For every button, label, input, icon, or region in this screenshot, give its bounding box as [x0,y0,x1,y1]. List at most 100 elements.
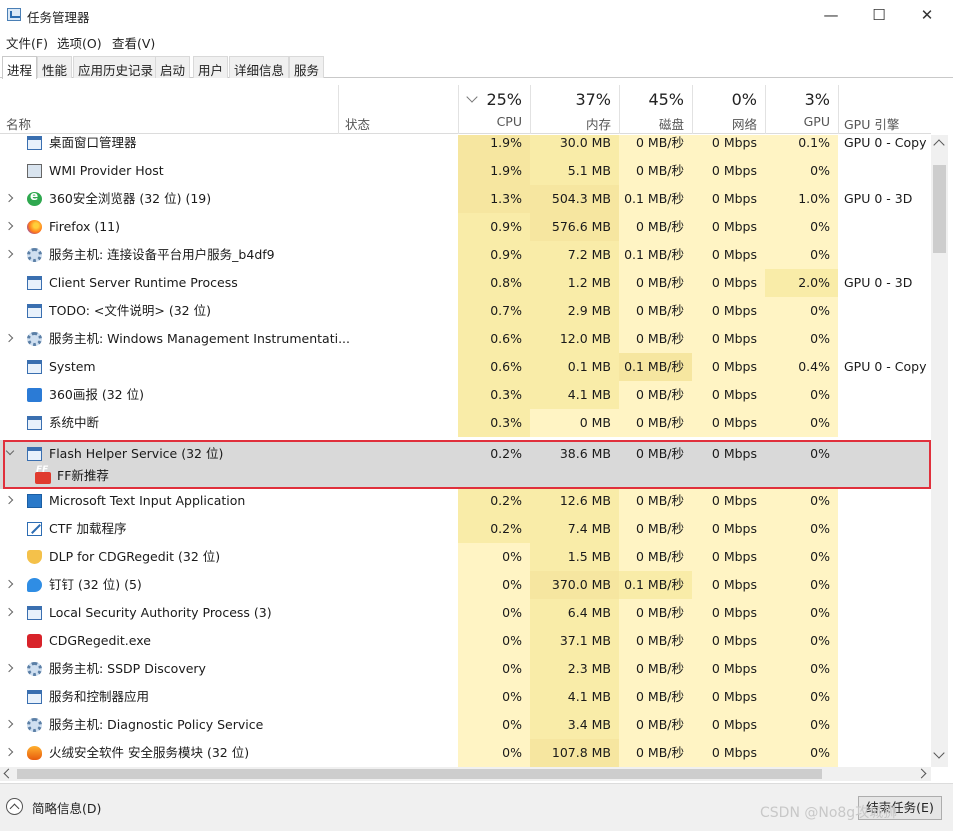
shield-icon [27,550,42,564]
table-row[interactable]: System 0.6% 0.1 MB 0.1 MB/秒 0 Mbps 0.4% GPU 0 … [0,353,931,381]
blue-app-icon [27,388,42,402]
tab-services[interactable]: 服务 [289,56,325,78]
table-row[interactable]: 服务和控制器应用 0% 4.1 MB 0 MB/秒 0 Mbps 0% [0,683,931,711]
tab-startup[interactable]: 启动 [155,56,191,78]
cpu-value: 0.3% [458,409,530,437]
column-name[interactable]: 名称 [0,85,338,134]
column-status-label: 状态 [345,117,371,132]
cpu-value: 0.9% [458,241,530,269]
chevron-right-icon[interactable] [4,333,14,343]
memory-value: 576.6 MB [530,213,619,241]
minimize-button[interactable]: — [808,0,854,30]
vertical-scrollbar[interactable] [931,135,948,767]
vertical-scroll-thumb[interactable] [933,165,946,253]
chevron-right-icon[interactable] [4,221,14,231]
disk-value: 0 MB/秒 [619,627,692,655]
table-row[interactable]: 服务主机: 连接设备平台用户服务_b4df9 0.9% 7.2 MB 0.1 MB/秒… [0,241,931,269]
gpu-value: 0% [765,409,838,437]
memory-value: 6.4 MB [530,599,619,627]
network-value: 0 Mbps [692,599,765,627]
gpu-value: 0% [765,381,838,409]
chevron-right-icon[interactable] [4,579,14,589]
process-name: 服务主机: SSDP Discovery [49,661,206,676]
table-row[interactable]: 桌面窗口管理器 1.9% 30.0 MB 0 MB/秒 0 Mbps 0.1% GPU 0 … [0,135,931,157]
collapse-icon[interactable] [6,798,23,815]
disk-value: 0.1 MB/秒 [619,571,692,599]
column-network[interactable]: 0% 网络 [692,85,765,134]
network-value: 0 Mbps [692,157,765,185]
network-value: 0 Mbps [692,269,765,297]
network-value: 0 Mbps [692,739,765,767]
close-button[interactable]: ✕ [904,0,950,30]
disk-value: 0 MB/秒 [619,157,692,185]
table-row[interactable]: 服务主机: Diagnostic Policy Service 0% 3.4 MB 0… [0,711,931,739]
chevron-right-icon[interactable] [4,249,14,259]
table-row[interactable]: DLP for CDGRegedit (32 位) 0% 1.5 MB 0 MB/秒 0… [0,543,931,571]
table-row[interactable]: CDGRegedit.exe 0% 37.1 MB 0 MB/秒 0 Mbps 0% [0,627,931,655]
gpu-engine-value: GPU 0 - 3D [844,275,913,290]
gpu-value: 0% [765,487,838,515]
table-row[interactable]: Microsoft Text Input Application 0.2% 12.6… [0,487,931,515]
table-row[interactable]: 服务主机: Windows Management Instrumentati..… [0,325,931,353]
table-row[interactable]: Firefox (11) 0.9% 576.6 MB 0 MB/秒 0 Mbps 0% [0,213,931,241]
gpu-engine-value [838,711,931,739]
table-row[interactable]: WMI Provider Host 1.9% 5.1 MB 0 MB/秒 0 Mbps 0… [0,157,931,185]
horizontal-scroll-thumb[interactable] [17,769,822,779]
tab-details[interactable]: 详细信息 [229,56,290,78]
maximize-button[interactable]: ☐ [856,0,902,30]
tab-processes[interactable]: 进程 [2,56,38,79]
chevron-right-icon[interactable] [4,719,14,729]
fewer-details-link[interactable]: 简略信息(D) [32,798,101,817]
table-row[interactable]: Local Security Authority Process (3) 0% 6.… [0,599,931,627]
scroll-up-icon[interactable] [933,139,945,151]
column-memory[interactable]: 37% 内存 [530,85,619,134]
table-row[interactable]: 360安全浏览器 (32 位) (19) 1.3%504.3 MB0.1 MB/秒… [0,185,931,213]
cpu-value: 0% [458,599,530,627]
table-row[interactable]: Client Server Runtime Process 0.8% 1.2 MB 0… [0,269,931,297]
memory-value: 1.5 MB [530,543,619,571]
column-status[interactable]: 状态 [339,85,458,134]
network-value: 0 Mbps [692,381,765,409]
tab-performance[interactable]: 性能 [37,56,73,78]
process-name: 火绒安全软件 安全服务模块 (32 位) [49,745,250,760]
gpu-value: 0% [765,627,838,655]
table-row[interactable]: CTF 加载程序 0.2% 7.4 MB 0 MB/秒 0 Mbps 0% [0,515,931,543]
menu-view[interactable]: 查看(V) [112,33,155,52]
memory-value: 504.3 MB [530,185,619,213]
chevron-right-icon[interactable] [4,193,14,203]
tab-users[interactable]: 用户 [193,56,229,78]
disk-value: 0 MB/秒 [619,599,692,627]
table-row[interactable]: 系统中断 0.3% 0 MB 0 MB/秒 0 Mbps 0% [0,409,931,437]
gpu-value: 0% [765,599,838,627]
scroll-left-icon[interactable] [3,768,14,779]
column-gpu[interactable]: 3% GPU [765,85,838,134]
column-disk[interactable]: 45% 磁盘 [619,85,692,134]
gpu-value: 2.0% [765,269,838,297]
tab-app-history[interactable]: 应用历史记录 [73,56,159,78]
selected-process-group[interactable]: Flash Helper Service (32 位) 0.2% 38.6 MB… [0,440,931,489]
column-gpu-engine[interactable]: GPU 引擎 [838,85,931,134]
chevron-right-icon[interactable] [4,495,14,505]
column-cpu[interactable]: 25% CPU [458,85,530,134]
network-value: 0 Mbps [692,683,765,711]
menu-file[interactable]: 文件(F) [6,33,48,52]
scroll-down-icon[interactable] [933,747,945,759]
chevron-right-icon[interactable] [4,747,14,757]
memory-value: 37.1 MB [530,627,619,655]
menu-options[interactable]: 选项(O) [57,33,102,52]
table-row[interactable]: 服务主机: SSDP Discovery 0% 2.3 MB 0 MB/秒 0 Mbps… [0,655,931,683]
gpu-label: GPU [803,114,830,129]
cpu-value: 0% [458,571,530,599]
scroll-right-icon[interactable] [916,768,927,779]
table-row[interactable]: 360画报 (32 位) 0.3% 4.1 MB 0 MB/秒 0 Mbps 0% [0,381,931,409]
horizontal-scrollbar[interactable] [0,767,931,781]
disk-value: 0 MB/秒 [619,297,692,325]
table-row[interactable]: 火绒安全软件 安全服务模块 (32 位) 0% 107.8 MB 0 MB/秒 0 Mb… [0,739,931,767]
gpu-value: 1.0% [765,185,838,213]
network-value: 0 Mbps [692,409,765,437]
table-row[interactable]: 钉钉 (32 位) (5) 0% 370.0 MB 0.1 MB/秒 0 Mbps 0% [0,571,931,599]
table-row[interactable]: TODO: <文件说明> (32 位) 0.7% 2.9 MB 0 MB/秒 0 Mbp… [0,297,931,325]
memory-value: 370.0 MB [530,571,619,599]
chevron-right-icon[interactable] [4,663,14,673]
chevron-right-icon[interactable] [4,607,14,617]
